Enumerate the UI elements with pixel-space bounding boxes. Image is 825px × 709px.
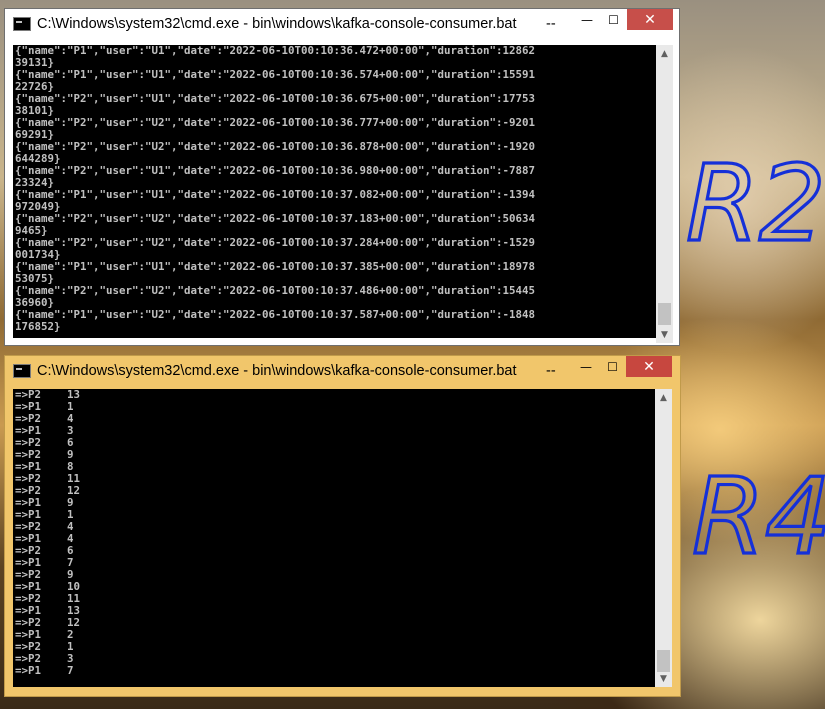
cmd-app-icon[interactable]: [13, 364, 31, 378]
maximize-button[interactable]: ☐: [600, 9, 627, 30]
console-line: =>P2 1: [15, 640, 74, 653]
console-line: =>P1 7: [15, 556, 74, 569]
console-line: =>P1 8: [15, 460, 74, 473]
close-button[interactable]: ✕: [627, 9, 673, 30]
title-overflow: --: [546, 16, 556, 32]
cmd-window-bottom[interactable]: C:\Windows\system32\cmd.exe - bin\window…: [4, 355, 681, 697]
console-line: {"name":"P2","user":"U2","date":"2022-06…: [15, 140, 536, 153]
annotation-r4-text: R4: [692, 456, 825, 578]
console-line: =>P2 4: [15, 520, 74, 533]
console-line: {"name":"P2","user":"U2","date":"2022-06…: [15, 116, 536, 129]
console-line: =>P2 3: [15, 652, 74, 665]
console-line: {"name":"P2","user":"U1","date":"2022-06…: [15, 164, 536, 177]
console-output[interactable]: {"name":"P1","user":"U1","date":"2022-06…: [13, 45, 658, 338]
console-line: =>P1 2: [15, 628, 74, 641]
window-title: C:\Windows\system32\cmd.exe - bin\window…: [37, 16, 517, 32]
console-line: =>P1 13: [15, 604, 81, 617]
minimize-button[interactable]: —: [573, 356, 599, 377]
console-line: =>P1 3: [15, 424, 74, 437]
console-line: {"name":"P1","user":"U1","date":"2022-06…: [15, 188, 536, 201]
console-line: =>P1 1: [15, 508, 74, 521]
console-line: =>P2 11: [15, 592, 81, 605]
title-overflow: --: [546, 363, 556, 379]
maximize-button[interactable]: ☐: [599, 356, 626, 377]
console-line: =>P2 12: [15, 616, 81, 629]
window-title: C:\Windows\system32\cmd.exe - bin\window…: [37, 363, 517, 379]
console-line: =>P2 9: [15, 448, 74, 461]
console-line: {"name":"P2","user":"U2","date":"2022-06…: [15, 284, 536, 297]
console-line: =>P2 11: [15, 472, 81, 485]
minimize-button[interactable]: —: [574, 9, 600, 30]
console-line: =>P1 10: [15, 580, 81, 593]
annotation-r2-text: R2: [686, 143, 825, 265]
console-line: =>P2 6: [15, 544, 74, 557]
scroll-up-arrow-icon[interactable]: ▲: [655, 389, 672, 406]
scroll-thumb[interactable]: [658, 303, 671, 325]
cmd-window-top[interactable]: C:\Windows\system32\cmd.exe - bin\window…: [4, 8, 680, 346]
cmd-app-icon[interactable]: [13, 17, 31, 31]
console-line: =>P2 6: [15, 436, 74, 449]
console-line: =>P1 4: [15, 532, 74, 545]
console-line: =>P1 7: [15, 664, 74, 677]
scroll-up-arrow-icon[interactable]: ▲: [656, 45, 673, 62]
scroll-thumb[interactable]: [657, 650, 670, 672]
console-line: =>P1 9: [15, 496, 74, 509]
console-line: {"name":"P1","user":"U2","date":"2022-06…: [15, 308, 536, 321]
handwritten-annotation-top: R2: [684, 141, 825, 265]
scroll-down-arrow-icon[interactable]: ▼: [656, 326, 673, 343]
close-button[interactable]: ✕: [626, 356, 672, 377]
console-line: {"name":"P1","user":"U1","date":"2022-06…: [15, 45, 536, 57]
console-output[interactable]: =>P2 13 =>P1 1 =>P2 4 =>P1 3 =>P2 6 =>P2 9 =>P…: [13, 389, 657, 687]
console-line: 176852}: [15, 320, 61, 333]
console-line: {"name":"P2","user":"U2","date":"2022-06…: [15, 236, 536, 249]
vertical-scrollbar[interactable]: ▲ ▼: [656, 45, 673, 343]
scroll-down-arrow-icon[interactable]: ▼: [655, 670, 672, 687]
console-line: =>P2 9: [15, 568, 74, 581]
console-line: {"name":"P1","user":"U1","date":"2022-06…: [15, 68, 536, 81]
desktop-background: R2 R4 C:\Windows\system32\cmd.exe - bin\…: [0, 0, 825, 709]
console-line: {"name":"P1","user":"U1","date":"2022-06…: [15, 260, 536, 273]
vertical-scrollbar[interactable]: ▲ ▼: [655, 389, 672, 687]
console-line: {"name":"P2","user":"U2","date":"2022-06…: [15, 212, 536, 225]
console-line: =>P1 1: [15, 400, 74, 413]
console-line: {"name":"P2","user":"U1","date":"2022-06…: [15, 92, 536, 105]
console-line: =>P2 4: [15, 412, 74, 425]
handwritten-annotation-bottom: R4: [690, 454, 825, 579]
console-line: =>P2 13: [15, 389, 81, 401]
console-line: =>P2 12: [15, 484, 81, 497]
